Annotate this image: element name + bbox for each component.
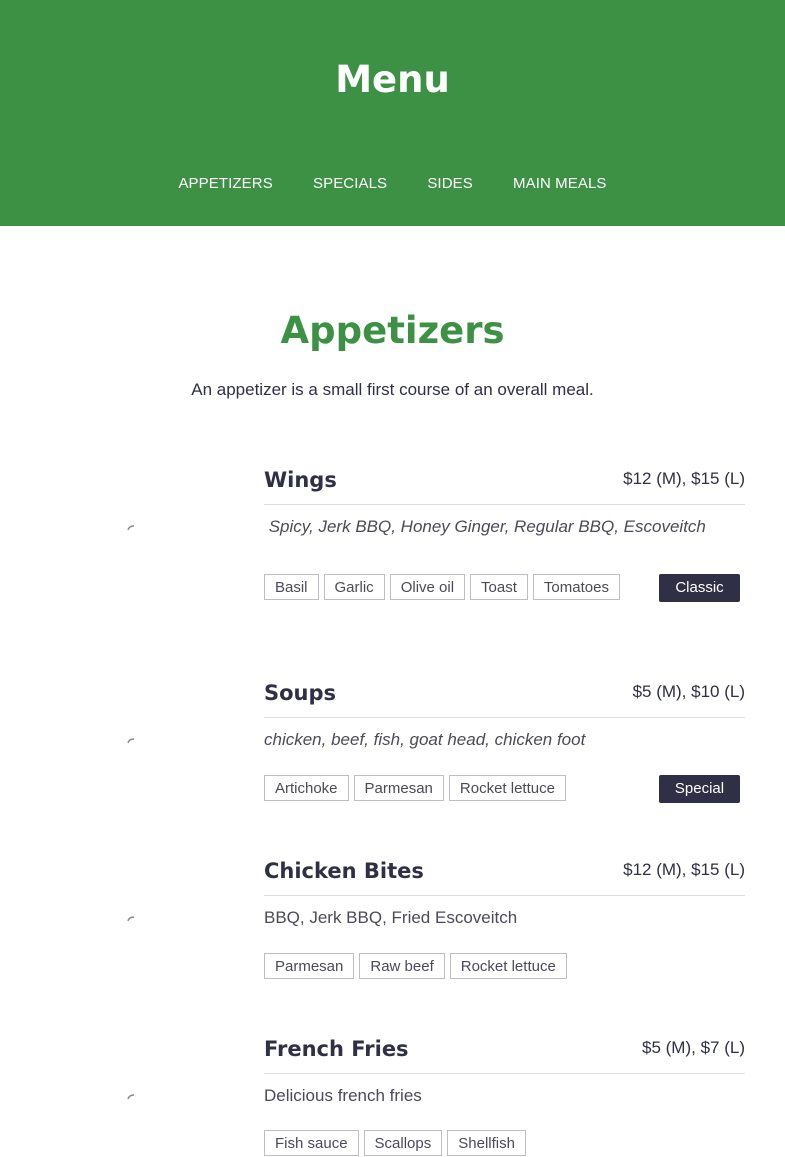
item-price: $5 (M), $10 (L) [632, 682, 745, 701]
item-description: chicken, beef, fish, goat head, chicken … [264, 730, 586, 749]
tag-list: Parmesan Raw beef Rocket lettuce [264, 953, 654, 979]
site-header: Menu APPETIZERS SPECIALS SIDES MAIN MEAL… [0, 0, 785, 226]
tag-list: Fish sauce Scallops Shellfish [264, 1130, 654, 1156]
item-description: Spicy, Jerk BBQ, Honey Ginger, Regular B… [264, 517, 706, 536]
item-price: $12 (M), $15 (L) [623, 469, 745, 488]
item-name: French Fries [264, 1037, 409, 1061]
item-description: BBQ, Jerk BBQ, Fried Escoveitch [264, 908, 518, 927]
tag: Raw beef [359, 953, 445, 979]
item-name: Wings [264, 468, 337, 492]
nav-link-main-meals[interactable]: MAIN MEALS [513, 175, 607, 192]
item-price: $12 (M), $15 (L) [623, 860, 745, 879]
nav-link-appetizers[interactable]: APPETIZERS [178, 175, 272, 192]
section-title: Appetizers [280, 309, 505, 352]
tag: Basil [264, 574, 319, 600]
tag-list: Basil Garlic Olive oil Toast Tomatoes [264, 574, 654, 600]
tag: Artichoke [264, 775, 349, 801]
tag: Tomatoes [532, 574, 620, 600]
nav-link-specials[interactable]: SPECIALS [313, 175, 387, 192]
item-name: Chicken Bites [264, 859, 424, 883]
item-price: $5 (M), $7 (L) [642, 1038, 745, 1057]
tag: Parmesan [353, 775, 444, 801]
broken-image-icon [127, 916, 135, 922]
tag: Parmesan [264, 953, 355, 979]
tag: Olive oil [389, 574, 466, 600]
item-name: Soups [264, 681, 337, 705]
broken-image-icon [127, 738, 135, 744]
section-description: An appetizer is a small first course of … [191, 380, 594, 399]
tag: Garlic [323, 574, 385, 600]
tag: Rocket lettuce [449, 953, 567, 979]
tag: Rocket lettuce [448, 775, 566, 801]
divider [264, 717, 745, 718]
main-nav: APPETIZERS SPECIALS SIDES MAIN MEALS [0, 175, 785, 192]
tag: Toast [470, 574, 528, 600]
tag: Scallops [363, 1130, 443, 1156]
nav-link-sides[interactable]: SIDES [427, 175, 473, 192]
tag-list: Artichoke Parmesan Rocket lettuce [264, 775, 654, 801]
broken-image-icon [127, 525, 135, 531]
divider [264, 504, 745, 505]
status-badge: Classic [659, 574, 740, 602]
tag: Shellfish [447, 1130, 526, 1156]
tag: Fish sauce [264, 1130, 359, 1156]
page-title: Menu [335, 58, 450, 101]
item-description: Delicious french fries [264, 1086, 422, 1105]
status-badge: Special [659, 775, 740, 803]
divider [264, 895, 745, 896]
broken-image-icon [127, 1094, 135, 1100]
divider [264, 1073, 745, 1074]
